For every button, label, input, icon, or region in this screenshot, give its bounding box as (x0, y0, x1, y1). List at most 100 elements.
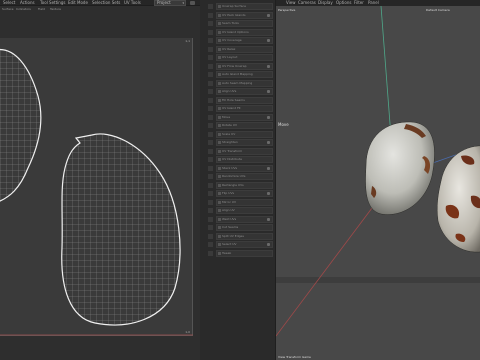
tool-icon-20[interactable] (208, 174, 213, 179)
uv-tool-item[interactable]: Unwrap Surface (216, 3, 273, 10)
toggle-icon[interactable] (267, 217, 270, 221)
viewport-pane[interactable]: View Cameras Display Options Filter Pane… (275, 0, 480, 360)
uv-tool-item[interactable]: UV Island Options (216, 28, 273, 36)
uv-menu-field[interactable]: Field (38, 6, 45, 12)
tool-icon-5[interactable] (208, 46, 213, 52)
tool-icon-23[interactable] (208, 199, 213, 205)
tool-icon (218, 251, 221, 255)
uv-tool-item[interactable]: UV Coverage (216, 37, 273, 44)
uv-tool-item[interactable]: Select UV (216, 241, 273, 248)
chevron-down-icon: ▾ (182, 1, 184, 5)
uv-tool-item[interactable]: Flip UVs (216, 190, 273, 197)
uv-menu-texture[interactable]: Texture (50, 6, 61, 12)
tool-icon-26[interactable] (208, 225, 213, 230)
tool-icon-22[interactable] (208, 191, 213, 196)
toggle-icon[interactable] (267, 243, 270, 246)
tool-icon-1[interactable] (208, 12, 213, 18)
tool-icon (218, 107, 221, 110)
uv-editor-header: Surface Indicators Field Texture (0, 6, 200, 12)
uv-tool-item[interactable]: Cut Seams (216, 224, 273, 231)
uv-tool-item[interactable]: Stack UVs (216, 164, 273, 172)
uv-tool-item[interactable]: UV Relax (216, 45, 273, 53)
tool-icon-14[interactable] (208, 123, 213, 128)
uv-tool-item[interactable]: Straighten (216, 139, 273, 146)
uv-tool-item[interactable]: UV Island Fit (216, 105, 273, 112)
tool-icon-9[interactable] (208, 80, 213, 86)
uv-tool-label: UV Island Options (222, 29, 249, 34)
toggle-icon[interactable] (267, 166, 270, 170)
tool-icon-0[interactable] (208, 4, 213, 9)
uv-tool-item[interactable]: UV Pack Islands (216, 11, 273, 19)
viewport-scene (276, 6, 480, 337)
uv-tool-item[interactable]: UV Transform (216, 147, 273, 155)
toolbar-grid-icon[interactable] (190, 1, 195, 5)
tool-icon-24[interactable] (208, 208, 213, 213)
uv-tool-item[interactable]: Auto Island Mapping (216, 71, 273, 78)
tool-icon-27[interactable] (208, 233, 213, 239)
uv-tool-label: UV Island Fit (222, 106, 241, 110)
uv-tool-label: Straighten (222, 140, 238, 144)
uv-tool-item[interactable]: Fill Hole Seams (216, 96, 273, 104)
tool-icon-28[interactable] (208, 242, 213, 247)
uv-tool-item[interactable]: Align UV (216, 207, 273, 214)
uv-tool-item[interactable]: Rotate UV (216, 122, 273, 129)
tool-icon-6[interactable] (208, 55, 213, 60)
uv-tool-item[interactable]: Rectangle UVs (216, 181, 273, 189)
tool-icon (218, 56, 221, 59)
uv-tool-label: Auto Island Mapping (222, 72, 253, 76)
tool-icon-29[interactable] (208, 250, 213, 256)
uv-tool-label: UV Transform (222, 148, 243, 153)
toggle-icon[interactable] (267, 39, 270, 42)
tool-icon-12[interactable] (208, 106, 213, 111)
tool-icon (218, 22, 221, 25)
tool-icon-7[interactable] (208, 63, 213, 69)
toggle-icon[interactable] (267, 192, 270, 195)
uv-tool-item[interactable]: Weld UVs (216, 215, 273, 223)
tool-icon-16[interactable] (208, 140, 213, 145)
uv-tool-item[interactable]: UV Distribute (216, 156, 273, 163)
tool-icon-25[interactable] (208, 216, 213, 222)
uv-tool-item[interactable]: Seam Tools (216, 20, 273, 27)
uv-tool-item[interactable]: Move (216, 113, 273, 121)
tool-icon (218, 209, 221, 212)
uv-tool-label: Select UV (222, 242, 237, 246)
tool-icon-4[interactable] (208, 38, 213, 43)
toggle-icon[interactable] (267, 115, 270, 119)
uv-menu-surface[interactable]: Surface (2, 6, 13, 12)
uv-tool-item[interactable]: Split UV Edges (216, 232, 273, 240)
tool-icon-19[interactable] (208, 165, 213, 171)
uv-tool-item[interactable]: Mirror UV (216, 198, 273, 206)
tool-icon-18[interactable] (208, 157, 213, 162)
uv-tool-item[interactable]: Tweak (216, 249, 273, 257)
toggle-icon[interactable] (267, 90, 270, 93)
tool-icon (218, 132, 221, 136)
uv-tool-item[interactable]: UV Flow Unwrap (216, 62, 273, 70)
uv-tool-item[interactable]: Auto Seam Mapping (216, 79, 273, 87)
tool-icon (218, 81, 221, 85)
tool-icon-21[interactable] (208, 182, 213, 188)
uv-tool-item[interactable]: UV Layout (216, 54, 273, 61)
tool-icon (218, 124, 221, 127)
uv-menu-indicators[interactable]: Indicators (16, 6, 31, 12)
tool-icon-2[interactable] (208, 21, 213, 26)
tool-icon-8[interactable] (208, 72, 213, 77)
tool-icon-17[interactable] (208, 148, 213, 154)
uv-canvas[interactable]: 1,1 1,0 (0, 38, 193, 336)
toggle-icon[interactable] (267, 64, 270, 68)
tool-icon (218, 13, 221, 17)
uv-tool-item[interactable]: Randomize UVs (216, 173, 273, 180)
tool-icon-15[interactable] (208, 131, 213, 137)
tool-icon-11[interactable] (208, 97, 213, 103)
uv-tool-label: Auto Seam Mapping (222, 80, 253, 85)
tool-icon-3[interactable] (208, 29, 213, 35)
tool-icon (218, 166, 221, 170)
uv-tool-item[interactable]: Scale UV (216, 130, 273, 138)
tool-icon (218, 158, 221, 161)
tool-icon-10[interactable] (208, 89, 213, 94)
tool-icon-13[interactable] (208, 114, 213, 120)
uv-tool-item[interactable]: Align UVs (216, 88, 273, 95)
toggle-icon[interactable] (267, 13, 270, 17)
uv-tool-label: Align UVs (222, 89, 237, 93)
uv-tool-label: Tweak (222, 250, 232, 255)
toggle-icon[interactable] (267, 141, 270, 144)
